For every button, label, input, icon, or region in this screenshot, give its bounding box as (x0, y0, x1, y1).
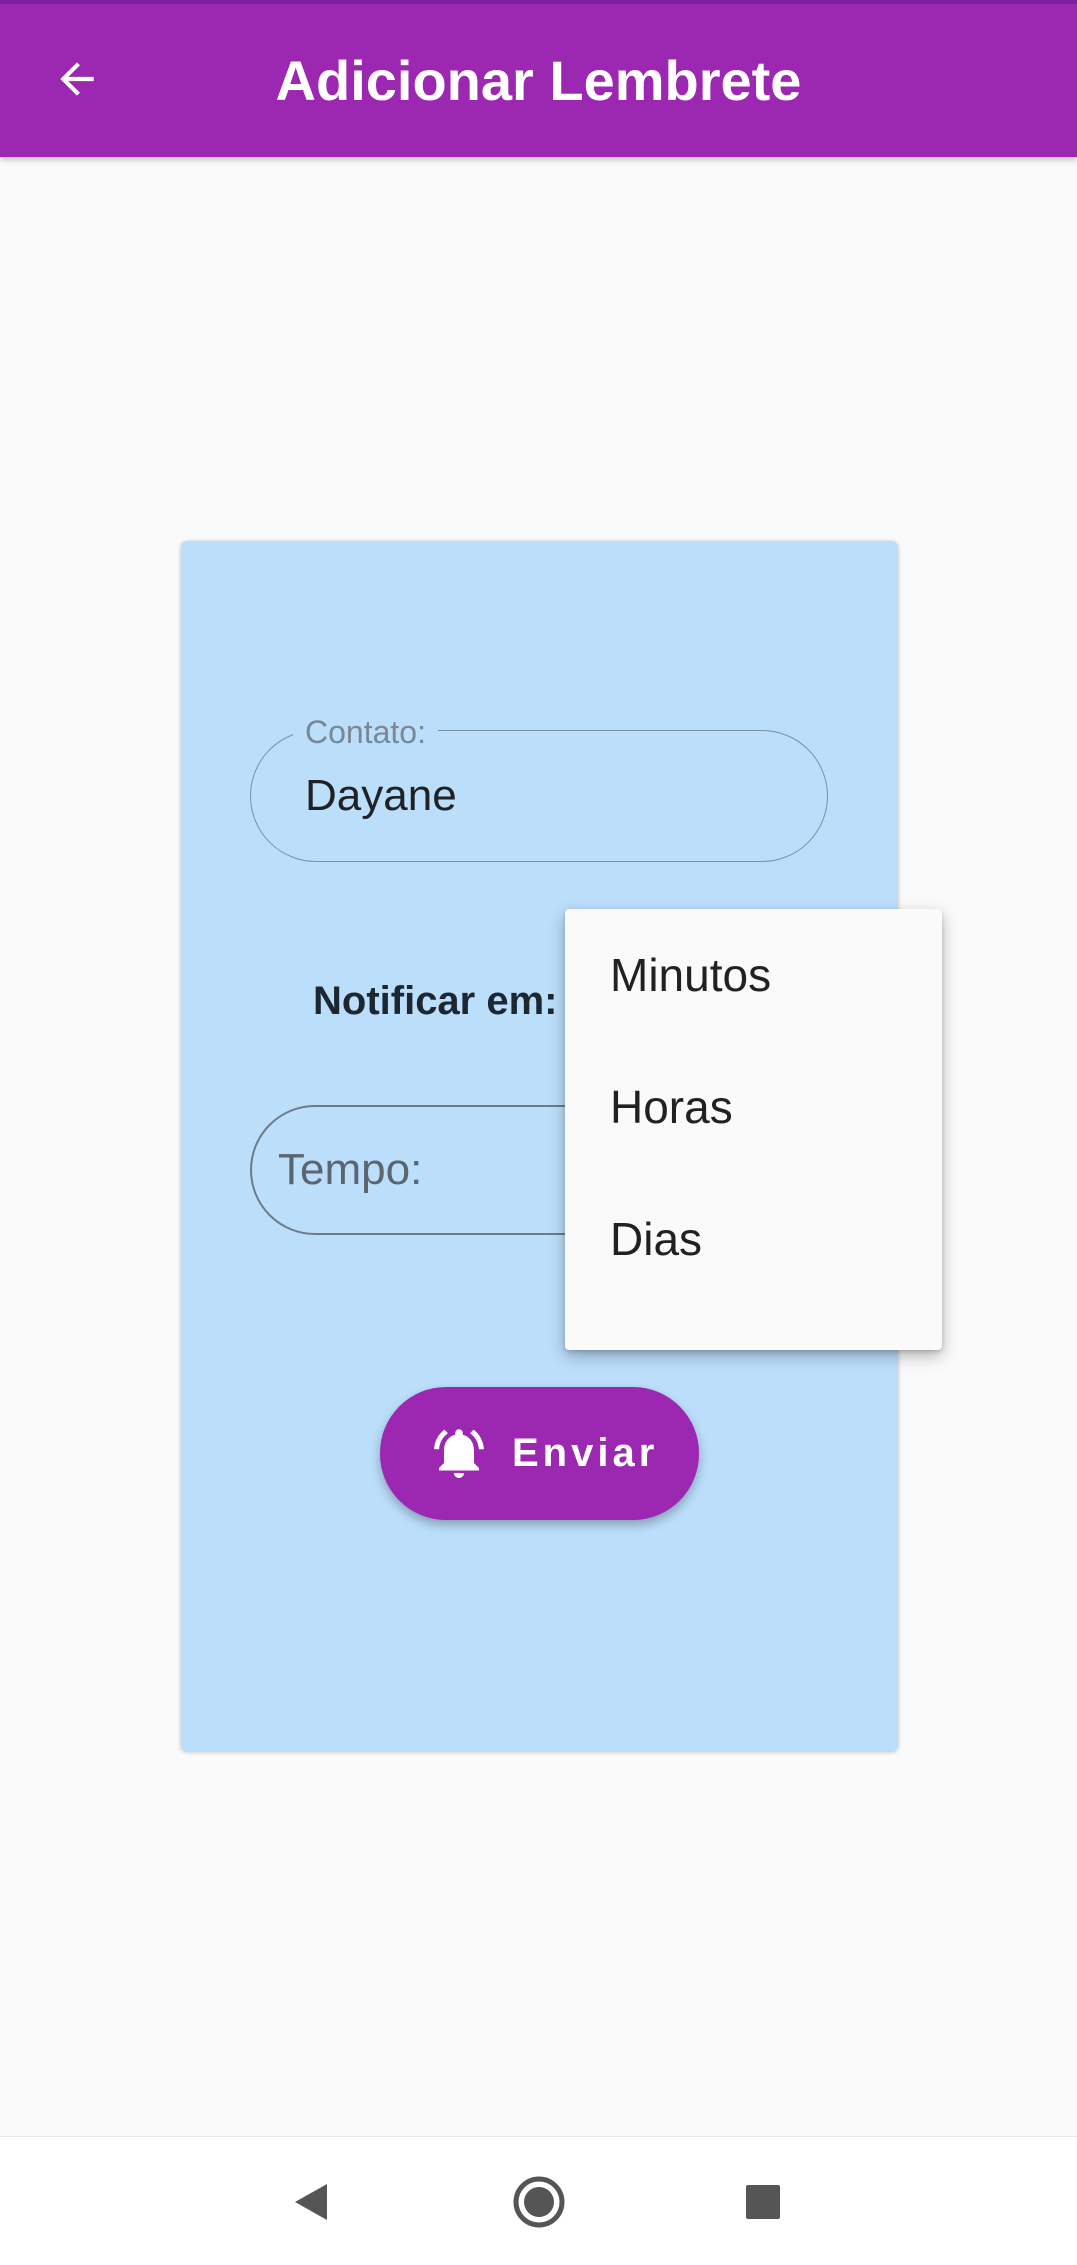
menu-item-minutos[interactable]: Minutos (565, 909, 942, 1041)
menu-item-label: Horas (610, 1081, 733, 1133)
page-title: Adicionar Lembrete (275, 49, 802, 112)
notify-label: Notificar em: (313, 979, 558, 1023)
send-button[interactable]: Enviar (380, 1387, 699, 1520)
menu-item-label: Minutos (610, 949, 772, 1001)
nav-recents-icon (746, 2185, 780, 2219)
menu-item-dias[interactable]: Dias (565, 1173, 942, 1305)
nav-home-icon (513, 2176, 565, 2228)
menu-item-horas[interactable]: Horas (565, 1041, 942, 1173)
send-button-label: Enviar (512, 1431, 659, 1475)
time-input-placeholder: Tempo: (278, 1145, 423, 1194)
nav-back-button[interactable] (266, 2157, 356, 2247)
contact-field[interactable]: Contato: Dayane (250, 714, 828, 862)
time-unit-dropdown-menu: Minutos Horas Dias (565, 909, 942, 1350)
menu-item-label: Dias (610, 1213, 703, 1265)
contact-field-value[interactable]: Dayane (305, 769, 457, 823)
contact-field-label: Contato: (293, 714, 438, 750)
notifications-active-icon (434, 1429, 484, 1478)
app-bar: Adicionar Lembrete (0, 0, 1077, 157)
nav-home-button[interactable] (494, 2157, 584, 2247)
system-navigation-bar (0, 2136, 1077, 2265)
nav-back-icon (295, 2184, 327, 2220)
nav-recents-button[interactable] (718, 2157, 808, 2247)
